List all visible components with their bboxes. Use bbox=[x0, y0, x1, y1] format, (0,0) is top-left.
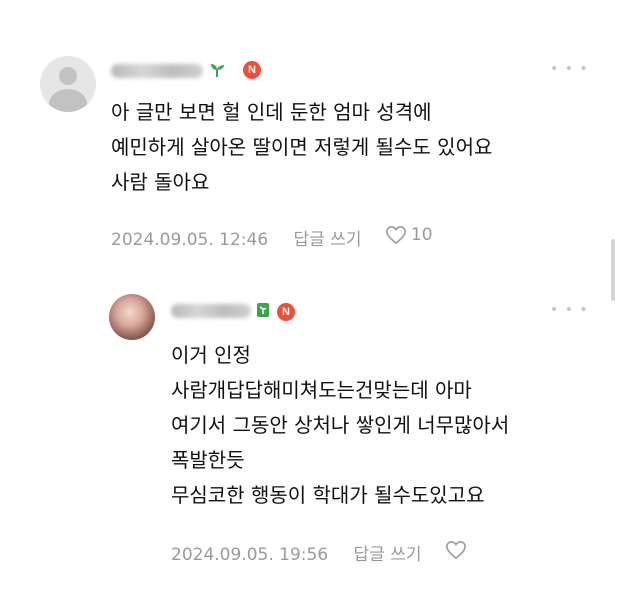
new-badge: N bbox=[277, 303, 295, 321]
comment-line: 사람개답답해미쳐도는건맞는데 아마 bbox=[171, 378, 472, 402]
comment-line: 무심코한 행동이 학대가 될수도있고요 bbox=[171, 483, 485, 507]
more-options-icon[interactable]: • • • bbox=[550, 303, 589, 317]
comment-text: 아 글만 보면 헐 인데 둔한 엄마 성격에 예민하게 살아온 딸이면 저렇게 … bbox=[111, 95, 492, 200]
more-options-icon[interactable]: • • • bbox=[550, 62, 589, 76]
heart-icon bbox=[446, 540, 466, 560]
comment-line: 사람 돌아요 bbox=[111, 170, 210, 194]
comment-meta: 2024.09.05. 19:56 답글 쓰기 bbox=[171, 540, 471, 567]
reply-button[interactable]: 답글 쓰기 bbox=[354, 543, 422, 567]
leaf-icon bbox=[256, 302, 270, 321]
comment-meta: 2024.09.05. 12:46 답글 쓰기 10 bbox=[111, 223, 433, 250]
avatar-head-shape bbox=[59, 67, 77, 85]
reply-button[interactable]: 답글 쓰기 bbox=[294, 228, 362, 252]
like-count: 10 bbox=[410, 225, 433, 245]
comment-date: 2024.09.05. 19:56 bbox=[171, 545, 329, 565]
avatar[interactable] bbox=[109, 294, 155, 340]
sprout-icon bbox=[209, 62, 225, 81]
comment-line: 예민하게 살아온 딸이면 저렇게 될수도 있어요 bbox=[111, 135, 493, 159]
avatar-body-shape bbox=[49, 89, 87, 112]
like-button[interactable] bbox=[445, 540, 471, 560]
comment-date: 2024.09.05. 12:46 bbox=[111, 230, 269, 250]
like-button[interactable]: 10 bbox=[385, 223, 433, 247]
nickname-blurred[interactable] bbox=[171, 304, 251, 318]
heart-icon bbox=[386, 225, 406, 245]
comment-line: 폭발한듯 bbox=[171, 448, 245, 472]
scrollbar[interactable] bbox=[611, 239, 615, 301]
avatar[interactable] bbox=[40, 56, 96, 112]
comment-line: 아 글만 보면 헐 인데 둔한 엄마 성격에 bbox=[111, 100, 432, 124]
new-badge: N bbox=[243, 61, 261, 79]
comment-line: 여기서 그동안 상처나 쌓인게 너무많아서 bbox=[171, 413, 510, 437]
comment-line: 이거 인정 bbox=[171, 343, 251, 367]
nickname-blurred[interactable] bbox=[111, 64, 203, 78]
comment-text: 이거 인정 사람개답답해미쳐도는건맞는데 아마 여기서 그동안 상처나 쌓인게 … bbox=[171, 338, 509, 513]
